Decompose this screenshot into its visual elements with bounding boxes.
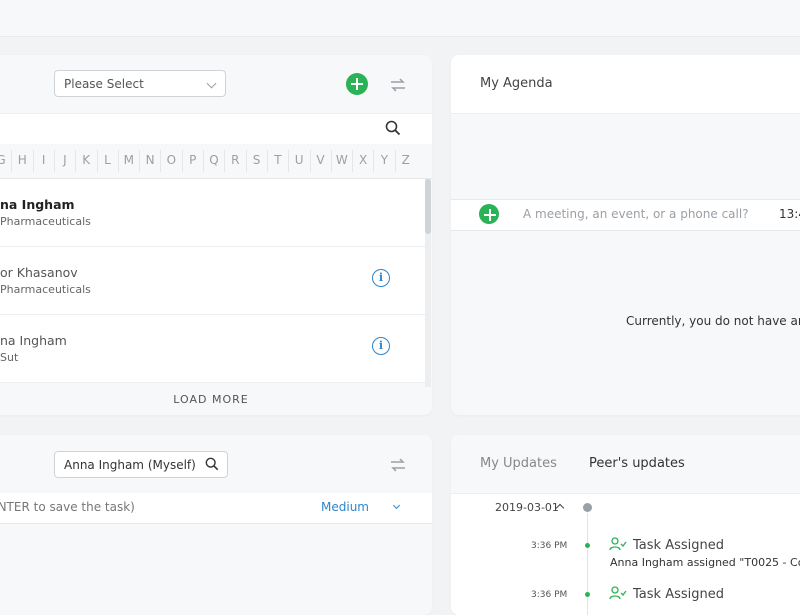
alphabet-letter-o[interactable]: O bbox=[162, 153, 180, 167]
alphabet-divider bbox=[330, 150, 332, 172]
chevron-down-icon[interactable] bbox=[392, 501, 401, 510]
contact-company: Sut bbox=[0, 351, 19, 364]
alphabet-divider bbox=[373, 150, 375, 172]
refresh-icon[interactable] bbox=[388, 455, 408, 475]
search-icon[interactable] bbox=[385, 120, 401, 136]
contact-list-scrollbar[interactable] bbox=[425, 179, 431, 387]
alphabet-letter-j[interactable]: J bbox=[56, 153, 74, 167]
alphabet-divider bbox=[96, 150, 98, 172]
info-icon[interactable]: i bbox=[372, 269, 390, 287]
contact-name: or Khasanov bbox=[0, 265, 78, 280]
alphabet-divider bbox=[117, 150, 119, 172]
task-input-hint: ENTER to save the task) bbox=[0, 500, 135, 514]
alphabet-divider bbox=[32, 150, 34, 172]
user-check-icon bbox=[609, 537, 627, 551]
alphabet-letter-i[interactable]: I bbox=[35, 153, 53, 167]
add-contact-button[interactable] bbox=[346, 73, 368, 95]
timeline-date-dot bbox=[583, 503, 592, 512]
update-title: Task Assigned bbox=[633, 538, 724, 553]
alphabet-letter-u[interactable]: U bbox=[290, 153, 308, 167]
tab-peers-updates[interactable]: Peer's updates bbox=[589, 456, 685, 471]
alphabet-letter-g[interactable]: G bbox=[0, 153, 10, 167]
alphabet-letter-q[interactable]: Q bbox=[205, 153, 223, 167]
alphabet-letter-l[interactable]: L bbox=[99, 153, 117, 167]
alphabet-letter-x[interactable]: X bbox=[354, 153, 372, 167]
updates-panel: My Updates Peer's updates 2019-03-01 3:3… bbox=[451, 435, 800, 615]
alphabet-divider bbox=[288, 150, 290, 172]
alphabet-letter-r[interactable]: R bbox=[226, 153, 244, 167]
top-bar bbox=[0, 0, 800, 37]
agenda-panel: My Agenda A meeting, an event, or a phon… bbox=[451, 55, 800, 415]
alphabet-letter-z[interactable]: Z bbox=[397, 153, 415, 167]
update-time: 3:36 PM bbox=[531, 590, 568, 600]
update-time: 3:36 PM bbox=[531, 541, 568, 551]
agenda-input-placeholder: A meeting, an event, or a phone call? bbox=[523, 207, 749, 221]
priority-select[interactable]: Medium bbox=[321, 500, 369, 514]
agenda-header: My Agenda bbox=[451, 55, 800, 114]
alphabet-letter-s[interactable]: S bbox=[248, 153, 266, 167]
scrollbar-thumb[interactable] bbox=[425, 179, 431, 234]
alphabet-divider bbox=[11, 150, 13, 172]
timeline-dot bbox=[585, 592, 590, 597]
alphabet-filter: GHIJKLMNOPQRSTUVWXYZ bbox=[0, 144, 432, 179]
alphabet-letter-w[interactable]: W bbox=[333, 153, 351, 167]
agenda-time[interactable]: 13:4 bbox=[779, 207, 800, 221]
alphabet-divider bbox=[266, 150, 268, 172]
alphabet-divider bbox=[245, 150, 247, 172]
tab-my-updates[interactable]: My Updates bbox=[480, 456, 557, 471]
contact-name: na Ingham bbox=[0, 333, 67, 348]
alphabet-letter-v[interactable]: V bbox=[312, 153, 330, 167]
add-agenda-item-button[interactable] bbox=[479, 204, 499, 224]
alphabet-letter-y[interactable]: Y bbox=[375, 153, 393, 167]
contact-name: na Ingham bbox=[0, 197, 75, 212]
alphabet-divider bbox=[181, 150, 183, 172]
load-more-button[interactable]: LOAD MORE bbox=[0, 388, 432, 415]
tasks-panel: Anna Ingham (Myself) ENTER to save the t… bbox=[0, 435, 432, 615]
alphabet-divider bbox=[203, 150, 204, 172]
alphabet-divider bbox=[309, 150, 311, 172]
contact-filter-value: Please Select bbox=[64, 77, 144, 91]
alphabet-divider bbox=[394, 150, 396, 172]
updates-header: My Updates Peer's updates bbox=[451, 435, 800, 494]
alphabet-divider bbox=[352, 150, 354, 172]
refresh-icon[interactable] bbox=[388, 75, 408, 95]
tasks-header: Anna Ingham (Myself) bbox=[0, 435, 432, 493]
agenda-title: My Agenda bbox=[480, 76, 553, 91]
alphabet-letter-k[interactable]: K bbox=[77, 153, 95, 167]
alphabet-divider bbox=[53, 150, 55, 172]
contact-filter-select[interactable]: Please Select bbox=[54, 70, 226, 97]
alphabet-divider bbox=[224, 150, 226, 172]
contact-item[interactable]: na Ingham Sut i bbox=[0, 315, 426, 383]
timeline-dot bbox=[585, 543, 590, 548]
alphabet-letter-n[interactable]: N bbox=[141, 153, 159, 167]
info-icon[interactable]: i bbox=[372, 337, 390, 355]
alphabet-letter-t[interactable]: T bbox=[269, 153, 287, 167]
new-task-row[interactable]: ENTER to save the task) Medium bbox=[0, 493, 432, 524]
alphabet-letter-h[interactable]: H bbox=[13, 153, 31, 167]
contact-item[interactable]: or Khasanov Pharmaceuticals i bbox=[0, 247, 426, 315]
contacts-panel: Please Select GHIJKLMNOPQRSTUVWXYZ na In… bbox=[0, 55, 432, 415]
alphabet-letter-m[interactable]: M bbox=[120, 153, 138, 167]
contact-company: Pharmaceuticals bbox=[0, 215, 91, 228]
alphabet-divider bbox=[139, 150, 141, 172]
assignee-value: Anna Ingham (Myself) bbox=[64, 458, 196, 472]
alphabet-divider bbox=[75, 150, 77, 172]
alphabet-letter-p[interactable]: P bbox=[184, 153, 202, 167]
timeline-date: 2019-03-01 bbox=[495, 501, 559, 514]
assignee-select[interactable]: Anna Ingham (Myself) bbox=[54, 451, 228, 478]
agenda-input-row[interactable]: A meeting, an event, or a phone call? 13… bbox=[451, 199, 800, 231]
search-icon[interactable] bbox=[205, 457, 219, 471]
contact-search-row[interactable] bbox=[0, 113, 432, 145]
user-check-icon bbox=[609, 586, 627, 600]
agenda-empty-message: Currently, you do not have any bbox=[626, 314, 800, 328]
update-description[interactable]: Anna Ingham assigned "T0025 - Cod bbox=[610, 556, 800, 569]
contact-item[interactable]: na Ingham Pharmaceuticals bbox=[0, 179, 426, 247]
contact-company: Pharmaceuticals bbox=[0, 283, 91, 296]
chevron-down-icon bbox=[206, 78, 217, 89]
alphabet-divider bbox=[160, 150, 162, 172]
